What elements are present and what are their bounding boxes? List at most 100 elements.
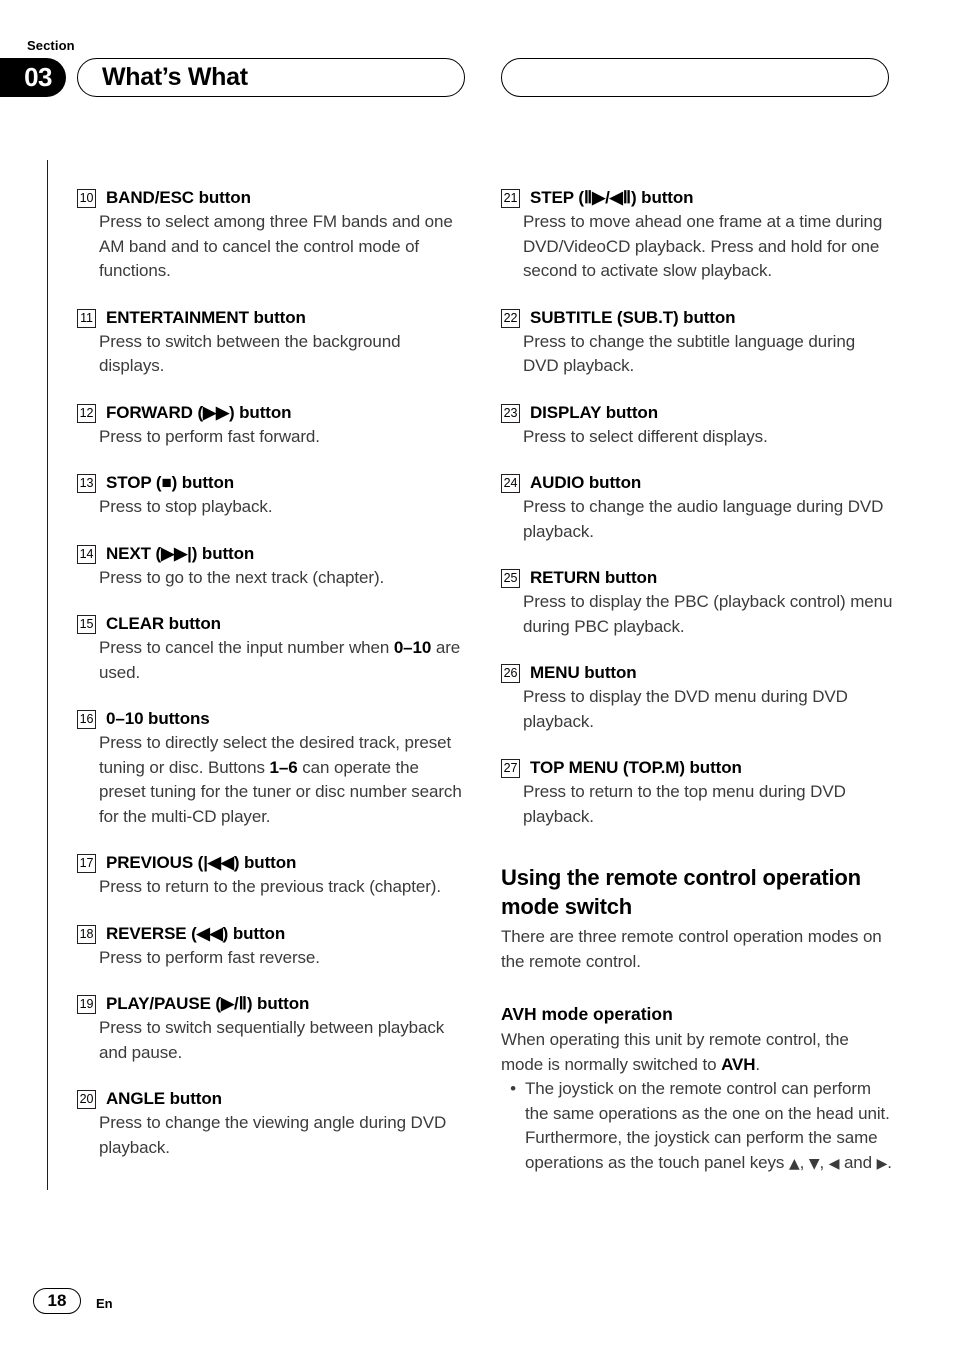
entry-heading: 12 FORWARD (▶▶) button: [77, 401, 469, 425]
entry-title: 0–10 buttons: [106, 709, 210, 728]
entry-heading: 25 RETURN button: [501, 566, 893, 590]
entry-heading: 17 PREVIOUS (|◀◀) button: [77, 851, 469, 875]
entry-body: Press to go to the next track (chapter).: [99, 567, 385, 587]
list-item: 21 STEP (Ⅱ▶/◀Ⅱ) button Press to move ahe…: [501, 186, 893, 284]
entry-body: Press to display the DVD menu during DVD…: [523, 687, 848, 731]
page-number-badge: 18: [33, 1288, 81, 1314]
entry-body: Press to cancel the input number when 0–…: [99, 636, 469, 685]
item-number-box: 26: [501, 664, 520, 683]
entry-heading: 26 MENU button: [501, 661, 893, 685]
entry-body: Press to select different displays.: [523, 426, 768, 446]
list-item: 12 FORWARD (▶▶) button Press to perform …: [77, 401, 469, 450]
list-item: 27 TOP MENU (TOP.M) button Press to retu…: [501, 756, 893, 829]
page-title: What’s What: [102, 63, 248, 91]
list-item: 13 STOP (■) button Press to stop playbac…: [77, 471, 469, 520]
entry-body: Press to perform fast reverse.: [99, 947, 320, 967]
item-number-box: 16: [77, 710, 96, 729]
entry-body-bold: 0–10: [393, 638, 432, 657]
bullet-and: and: [839, 1152, 877, 1172]
entry-heading: 20 ANGLE button: [77, 1087, 469, 1111]
entry-title: STOP (■) button: [106, 473, 235, 492]
entry-title: TOP MENU (TOP.M) button: [530, 758, 742, 777]
avh-intro-post: .: [755, 1054, 761, 1074]
item-number-box: 11: [77, 308, 96, 328]
list-item: 23 DISPLAY button Press to select differ…: [501, 401, 893, 450]
section-label: Section: [27, 38, 75, 53]
entry-title: CLEAR button: [106, 614, 221, 633]
arrow-left-icon: ◀: [828, 1155, 840, 1172]
arrow-down-icon: ▼: [808, 1155, 820, 1172]
section-heading: Using the remote control operation mode …: [501, 865, 861, 919]
entry-body-pre: Press to cancel the input number when: [99, 638, 394, 657]
entry-heading: 18 REVERSE (◀◀) button: [77, 922, 469, 946]
entry-title: SUBTITLE (SUB.T) button: [530, 307, 736, 327]
item-number-box: 23: [501, 403, 520, 423]
entry-title: PLAY/PAUSE (▶/Ⅱ) button: [106, 994, 310, 1013]
entry-heading: 15 CLEAR button: [77, 612, 469, 636]
entry-title: STEP (Ⅱ▶/◀Ⅱ) button: [530, 188, 694, 207]
entry-title: FORWARD (▶▶) button: [106, 402, 292, 422]
list-item: 11 ENTERTAINMENT button Press to switch …: [77, 306, 469, 379]
bullet-marker-icon: •: [510, 1079, 516, 1098]
entry-title: ENTERTAINMENT button: [106, 307, 306, 327]
item-number-box: 27: [501, 759, 520, 778]
entry-heading: 14 NEXT (▶▶|) button: [77, 542, 469, 566]
entry-body: Press to switch between the background d…: [99, 331, 401, 376]
list-item: 15 CLEAR button Press to cancel the inpu…: [77, 612, 469, 685]
entry-body: Press to return to the previous track (c…: [99, 877, 441, 896]
right-column: 21 STEP (Ⅱ▶/◀Ⅱ) button Press to move ahe…: [501, 186, 893, 1176]
avh-intro-pre: When operating this unit by remote contr…: [501, 1030, 849, 1074]
entry-body: Press to change the subtitle language du…: [523, 331, 856, 376]
item-number-box: 22: [501, 308, 520, 328]
entry-body: Press to display the PBC (playback contr…: [523, 592, 893, 636]
item-number-box: 17: [77, 854, 96, 873]
entry-title: REVERSE (◀◀) button: [106, 923, 286, 943]
avh-intro-bold: AVH: [721, 1054, 756, 1074]
entry-title: DISPLAY button: [530, 402, 658, 422]
bullet-text: The joystick on the remote control can p…: [525, 1077, 893, 1176]
bullet-sep-1: ,: [799, 1152, 809, 1172]
entry-heading: 22 SUBTITLE (SUB.T) button: [501, 306, 893, 330]
list-item: 22 SUBTITLE (SUB.T) button Press to chan…: [501, 306, 893, 379]
item-number-box: 20: [77, 1090, 96, 1109]
list-item: 10 BAND/ESC button Press to select among…: [77, 186, 469, 284]
item-number-box: 21: [501, 189, 520, 208]
entry-body: Press to switch sequentially between pla…: [99, 1018, 445, 1062]
entry-body: Press to directly select the desired tra…: [99, 731, 469, 829]
list-item: 17 PREVIOUS (|◀◀) button Press to return…: [77, 851, 469, 900]
entry-heading: 19 PLAY/PAUSE (▶/Ⅱ) button: [77, 992, 469, 1016]
arrow-up-icon: ▲: [788, 1155, 800, 1172]
entry-title: BAND/ESC button: [106, 188, 251, 207]
entry-title: RETURN button: [530, 568, 658, 587]
section-intro-paragraph: There are three remote control operation…: [501, 927, 882, 971]
item-number-box: 19: [77, 995, 96, 1014]
entry-title: AUDIO button: [530, 473, 642, 492]
item-number-box: 13: [77, 474, 96, 493]
manual-page: Section 03 What’s What 10 BAND/ESC butto…: [0, 0, 954, 1352]
item-number-box: 18: [77, 924, 96, 944]
entry-heading: 21 STEP (Ⅱ▶/◀Ⅱ) button: [501, 186, 893, 210]
entry-title: MENU button: [530, 663, 637, 682]
item-number-box: 25: [501, 569, 520, 588]
left-column: 10 BAND/ESC button Press to select among…: [77, 186, 469, 1182]
list-item: 14 NEXT (▶▶|) button Press to go to the …: [77, 542, 469, 591]
list-item: 19 PLAY/PAUSE (▶/Ⅱ) button Press to swit…: [77, 992, 469, 1065]
entry-body-bold: 1–6: [269, 757, 298, 777]
entry-body: Press to change the viewing angle during…: [99, 1113, 447, 1157]
entry-body: Press to select among three FM bands and…: [99, 212, 453, 280]
item-number-box: 15: [77, 615, 96, 634]
entry-heading: 27 TOP MENU (TOP.M) button: [501, 756, 893, 780]
entry-heading: 16 0–10 buttons: [77, 707, 469, 731]
left-margin-rule: [47, 160, 48, 1190]
header-pill-right: [501, 58, 889, 97]
item-number-box: 24: [501, 474, 520, 493]
entry-heading: 13 STOP (■) button: [77, 471, 469, 495]
entry-body: Press to return to the top menu during D…: [523, 782, 846, 826]
entry-heading: 23 DISPLAY button: [501, 401, 893, 425]
header-pill-left: What’s What: [77, 58, 465, 97]
sub-heading-avh-mode: AVH mode operation: [501, 1004, 673, 1024]
entry-title: ANGLE button: [106, 1089, 222, 1108]
list-item: 25 RETURN button Press to display the PB…: [501, 566, 893, 639]
entry-title: PREVIOUS (|◀◀) button: [106, 853, 297, 872]
list-item: 16 0–10 buttons Press to directly select…: [77, 707, 469, 829]
